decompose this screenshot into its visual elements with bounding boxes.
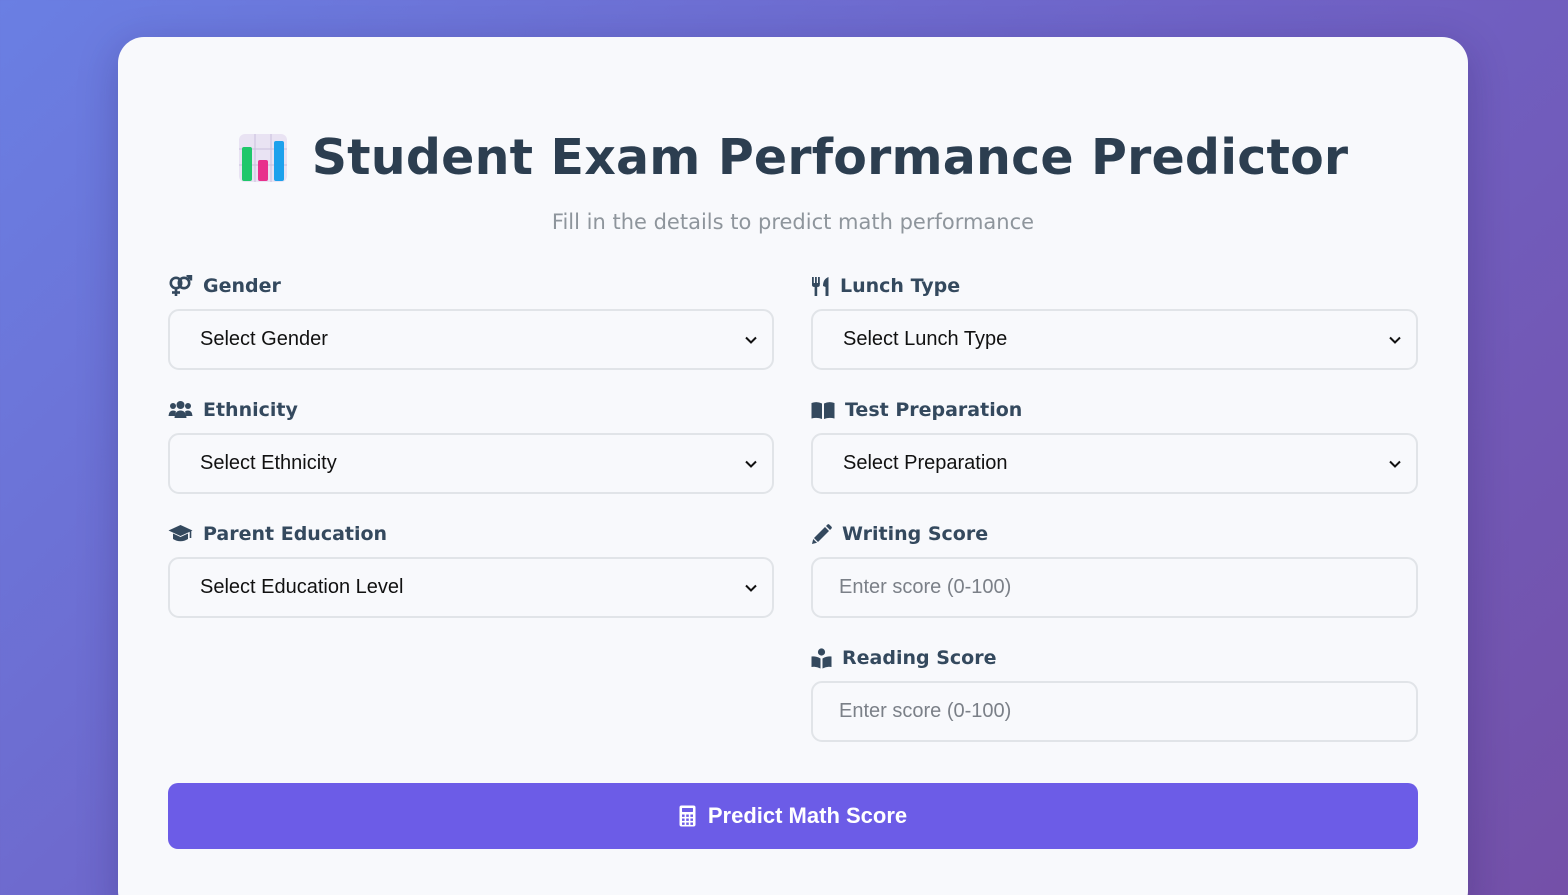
lunch-type-label-text: Lunch Type (840, 275, 961, 297)
reading-score-field: Reading Score Enter score (0-100) (811, 645, 1418, 742)
header: Student Exam Performance Predictor (118, 129, 1468, 186)
lunch-type-select[interactable]: Select Lunch Type (811, 309, 1418, 370)
parent-education-select-value: Select Education Level (200, 576, 404, 598)
test-preparation-label: Test Preparation (811, 397, 1418, 423)
ethnicity-select-value: Select Ethnicity (200, 452, 337, 474)
bar-chart-icon (238, 133, 287, 182)
ethnicity-select[interactable]: Select Ethnicity (168, 433, 774, 494)
gender-label-text: Gender (203, 275, 281, 297)
reading-score-label: Reading Score (811, 645, 1418, 671)
gender-select-value: Select Gender (200, 328, 328, 350)
writing-score-label: Writing Score (811, 521, 1418, 547)
test-preparation-select[interactable]: Select Preparation (811, 433, 1418, 494)
users-icon (168, 401, 193, 418)
pencil-icon (812, 523, 832, 544)
chevron-down-icon (745, 584, 757, 592)
writing-score-field: Writing Score Enter score (0-100) (811, 521, 1418, 618)
chevron-down-icon (745, 336, 757, 344)
book-reader-icon (811, 647, 832, 668)
lunch-type-label: Lunch Type (811, 273, 1418, 299)
gender-select[interactable]: Select Gender (168, 309, 774, 370)
reading-score-label-text: Reading Score (842, 647, 997, 669)
test-preparation-select-value: Select Preparation (843, 452, 1008, 474)
utensils-icon (812, 276, 829, 296)
writing-score-placeholder: Enter score (0-100) (839, 576, 1012, 598)
gender-label: Gender (168, 273, 774, 299)
lunch-type-field: Lunch Type Select Lunch Type (811, 273, 1418, 370)
chevron-down-icon (1389, 460, 1401, 468)
ethnicity-label: Ethnicity (168, 397, 774, 423)
book-open-icon (811, 401, 835, 419)
parent-education-label-text: Parent Education (203, 523, 388, 545)
reading-score-input[interactable]: Enter score (0-100) (811, 681, 1418, 742)
parent-education-field: Parent Education Select Education Level (168, 521, 774, 618)
test-preparation-label-text: Test Preparation (845, 399, 1023, 421)
writing-score-input[interactable]: Enter score (0-100) (811, 557, 1418, 618)
calculator-icon (679, 805, 696, 827)
predict-button-label: Predict Math Score (707, 803, 908, 828)
page-subtitle: Fill in the details to predict math perf… (551, 210, 1035, 234)
venus-mars-icon (169, 275, 193, 296)
lunch-type-select-value: Select Lunch Type (843, 328, 1008, 350)
page-title: Student Exam Performance Predictor (311, 129, 1349, 186)
writing-score-label-text: Writing Score (842, 523, 989, 545)
test-preparation-field: Test Preparation Select Preparation (811, 397, 1418, 494)
ethnicity-field: Ethnicity Select Ethnicity (168, 397, 774, 494)
ethnicity-label-text: Ethnicity (203, 399, 298, 421)
parent-education-select[interactable]: Select Education Level (168, 557, 774, 618)
reading-score-placeholder: Enter score (0-100) (839, 700, 1012, 722)
chevron-down-icon (745, 460, 757, 468)
parent-education-label: Parent Education (168, 521, 774, 547)
graduation-cap-icon (168, 525, 193, 542)
gender-field: Gender Select Gender (168, 273, 774, 370)
chevron-down-icon (1389, 336, 1401, 344)
form-card: Student Exam Performance Predictor Fill … (118, 37, 1468, 895)
predict-math-score-button[interactable]: Predict Math Score (168, 783, 1418, 849)
